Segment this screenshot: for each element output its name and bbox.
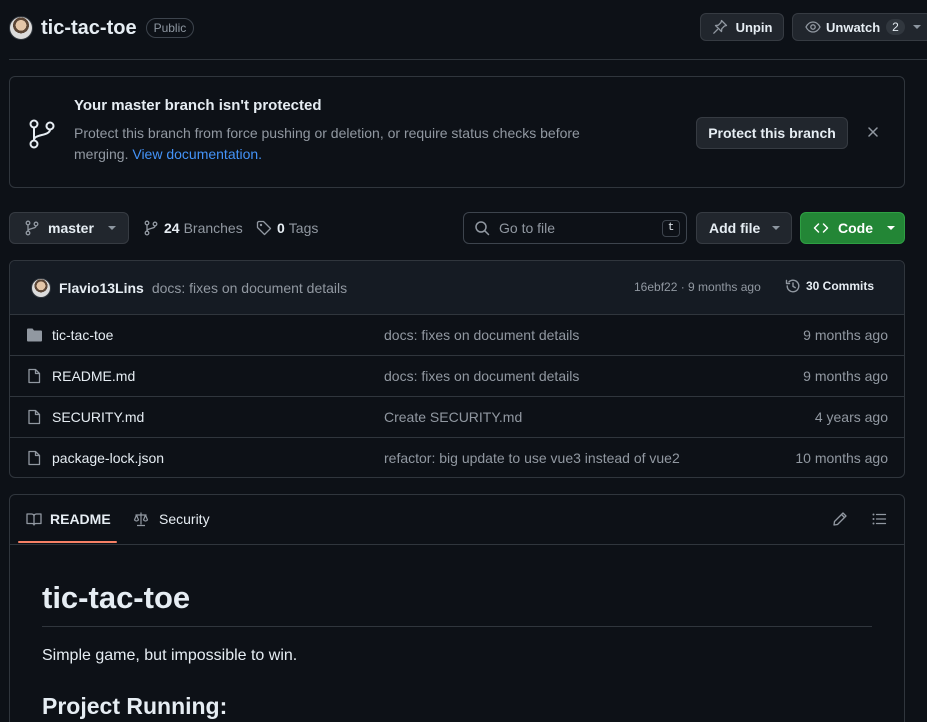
add-file-button[interactable]: Add file <box>696 212 792 244</box>
file-date: 9 months ago <box>803 368 888 384</box>
chevron-down-icon <box>912 25 921 29</box>
repo-name[interactable]: tic-tac-toe <box>41 17 137 40</box>
search-icon <box>475 221 490 236</box>
eye-icon <box>805 21 821 33</box>
heading-divider <box>42 626 872 627</box>
readme-tabs: README Security <box>10 495 904 545</box>
view-documentation-link[interactable]: View documentation. <box>132 146 262 162</box>
tab-security[interactable]: Security <box>133 511 210 527</box>
latest-commit-bar: Flavio13Lins docs: fixes on document det… <box>10 261 904 315</box>
unpin-label: Unpin <box>735 19 773 35</box>
active-tab-indicator <box>18 541 117 543</box>
search-input[interactable] <box>499 220 649 236</box>
file-row[interactable]: README.md docs: fixes on document detail… <box>10 356 904 397</box>
commits-label: 30 Commits <box>806 279 875 293</box>
file-row[interactable]: package-lock.json refactor: big update t… <box>10 438 904 477</box>
file-commit-message[interactable]: docs: fixes on document details <box>384 327 579 343</box>
owner-avatar[interactable] <box>9 16 33 40</box>
file-date: 4 years ago <box>814 409 888 425</box>
branches-link[interactable]: 24 Branches <box>143 220 243 236</box>
file-row[interactable]: tic-tac-toe docs: fixes on document deta… <box>10 315 904 356</box>
branch-icon <box>25 220 39 236</box>
banner-title: Your master branch isn't protected <box>74 97 322 114</box>
book-icon <box>26 513 42 526</box>
git-branch-icon <box>29 119 55 149</box>
file-icon <box>28 450 41 466</box>
code-button[interactable]: Code <box>800 212 905 244</box>
visibility-badge: Public <box>145 18 195 38</box>
file-commit-message[interactable]: Create SECURITY.md <box>384 409 522 425</box>
tab-security-label: Security <box>159 511 210 527</box>
tags-count: 0 <box>277 220 285 236</box>
commits-link[interactable]: 30 Commits <box>785 278 874 294</box>
branch-selector[interactable]: master <box>9 212 129 244</box>
file-icon <box>28 368 41 384</box>
code-icon <box>813 223 829 233</box>
banner-text: Protect this branch from force pushing o… <box>74 123 634 165</box>
file-row[interactable]: SECURITY.md Create SECURITY.md 4 years a… <box>10 397 904 438</box>
chevron-down-icon <box>107 226 116 230</box>
branches-count: 24 <box>164 220 180 236</box>
readme-subheading: Project Running: <box>42 693 228 719</box>
unpin-button[interactable]: Unpin <box>700 13 784 41</box>
file-icon <box>28 409 41 425</box>
add-file-label: Add file <box>709 220 761 236</box>
commit-message[interactable]: docs: fixes on document details <box>152 280 347 296</box>
law-icon <box>133 512 149 527</box>
list-unordered-icon[interactable] <box>871 511 887 527</box>
file-commit-message[interactable]: docs: fixes on document details <box>384 368 579 384</box>
readme-paragraph: Simple game, but impossible to win. <box>42 647 298 664</box>
header-divider <box>9 59 927 60</box>
branch-name: master <box>48 220 94 236</box>
tag-icon <box>256 220 272 236</box>
tags-label: Tags <box>288 220 319 236</box>
go-to-file-search[interactable]: t <box>463 212 687 244</box>
chevron-down-icon <box>772 226 781 230</box>
protect-branch-button[interactable]: Protect this branch <box>696 117 848 149</box>
tags-link[interactable]: 0 Tags <box>256 220 318 236</box>
commit-author[interactable]: Flavio13Lins <box>59 280 144 296</box>
branch-icon <box>144 220 158 236</box>
folder-icon <box>27 328 42 342</box>
unwatch-label: Unwatch <box>826 19 881 35</box>
code-label: Code <box>838 220 873 236</box>
file-table: Flavio13Lins docs: fixes on document det… <box>9 260 905 478</box>
repo-header: tic-tac-toe Public <box>9 14 195 42</box>
readme-panel: README Security tic-tac-toe Simple game,… <box>9 494 905 722</box>
file-commit-message[interactable]: refactor: big update to use vue3 instead… <box>384 450 680 466</box>
close-icon[interactable] <box>867 126 879 138</box>
chevron-down-icon <box>887 226 895 230</box>
file-name[interactable]: tic-tac-toe <box>52 327 113 343</box>
file-name[interactable]: README.md <box>52 368 135 384</box>
author-avatar[interactable] <box>31 277 51 298</box>
file-name[interactable]: package-lock.json <box>52 450 164 466</box>
history-icon <box>785 279 800 293</box>
readme-heading: tic-tac-toe <box>42 580 191 615</box>
shortcut-key: t <box>662 220 680 237</box>
pin-icon <box>712 19 727 34</box>
branch-protection-banner: Your master branch isn't protected Prote… <box>9 76 905 188</box>
file-date: 9 months ago <box>803 327 888 343</box>
watch-count: 2 <box>886 19 905 35</box>
tab-readme-label: README <box>50 511 111 527</box>
file-date: 10 months ago <box>795 450 888 466</box>
pencil-icon[interactable] <box>832 511 848 527</box>
tab-readme[interactable]: README <box>26 511 111 527</box>
commit-hash-time[interactable]: 16ebf22 · 9 months ago <box>634 280 761 294</box>
branches-label: Branches <box>183 220 243 236</box>
file-name[interactable]: SECURITY.md <box>52 409 144 425</box>
unwatch-button[interactable]: Unwatch 2 <box>792 13 927 41</box>
